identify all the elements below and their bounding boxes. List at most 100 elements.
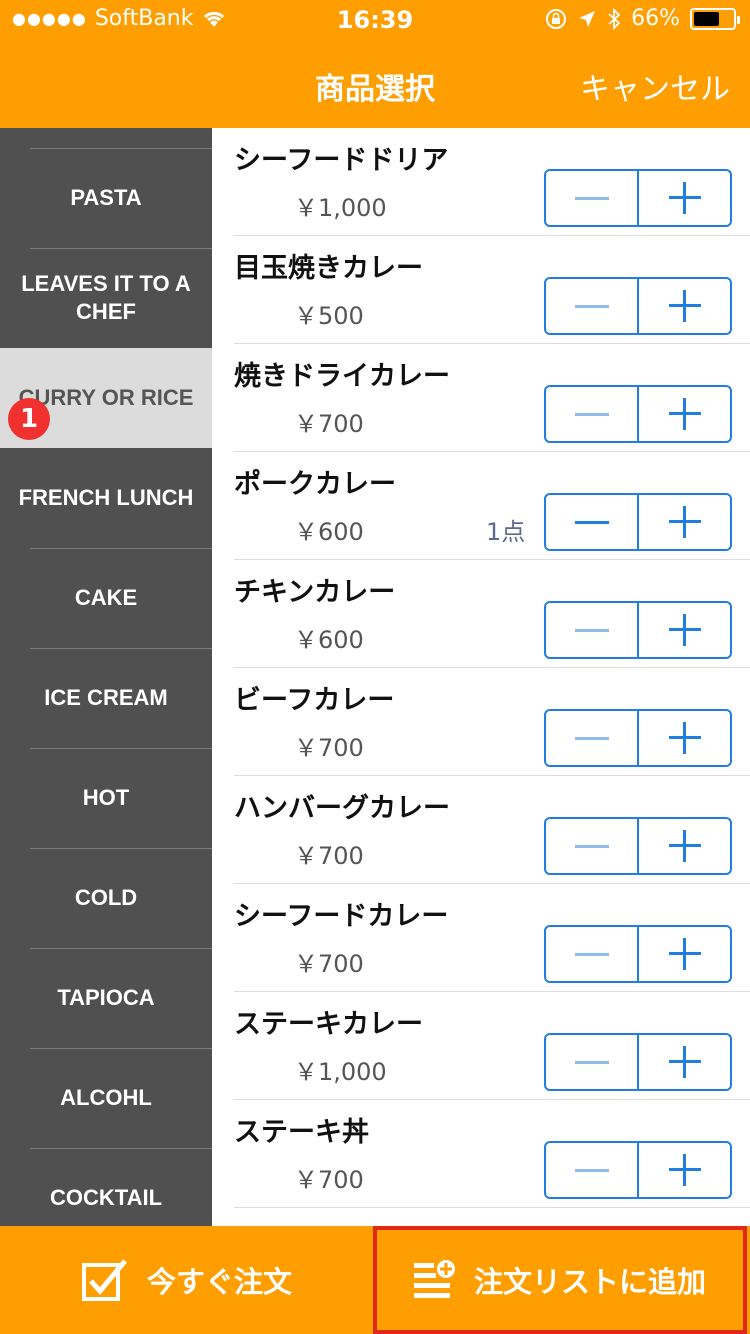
increment-button[interactable]	[637, 387, 730, 441]
cancel-button[interactable]: キャンセル	[580, 64, 730, 108]
rotation-lock-icon	[546, 8, 567, 29]
plus-icon	[668, 506, 701, 538]
increment-button[interactable]	[637, 495, 730, 549]
list-item: ハンバーグカレー ￥700	[212, 776, 750, 884]
decrement-button[interactable]	[546, 279, 637, 333]
decrement-button[interactable]	[546, 1035, 637, 1089]
plus-icon	[668, 398, 701, 430]
list-item: 焼きドライカレー ￥700	[212, 344, 750, 452]
increment-button[interactable]	[637, 927, 730, 981]
minus-icon	[574, 844, 609, 848]
product-name: シーフードカレー	[234, 901, 449, 932]
sidebar-item-cocktail[interactable]: COCKTAIL	[0, 1148, 212, 1226]
product-name: チキンカレー	[234, 577, 396, 608]
increment-button[interactable]	[637, 171, 730, 225]
plus-icon	[668, 182, 701, 214]
add-to-list-icon	[413, 1260, 455, 1298]
quantity-stepper	[544, 925, 732, 983]
minus-icon	[574, 736, 609, 740]
plus-icon	[668, 830, 701, 862]
product-name: 焼きドライカレー	[234, 361, 450, 392]
list-item: ステーキ丼 ￥700	[212, 1100, 750, 1208]
increment-button[interactable]	[637, 819, 730, 873]
product-name: チキンオムライス	[234, 1218, 446, 1226]
status-bar: ●●●●● SoftBank 16:39 66%	[0, 0, 750, 40]
increment-button[interactable]	[637, 711, 730, 765]
product-name: ステーキ丼	[234, 1117, 369, 1148]
sidebar-item-hidden[interactable]	[0, 128, 212, 148]
increment-button[interactable]	[637, 1035, 730, 1089]
decrement-button[interactable]	[546, 819, 637, 873]
product-price: ￥700	[294, 734, 364, 762]
sidebar-item-hot[interactable]: HOT	[0, 748, 212, 848]
product-price: ￥500	[294, 302, 364, 330]
plus-icon	[668, 722, 701, 754]
location-icon	[579, 10, 596, 27]
product-name: シーフードドリア	[234, 145, 449, 176]
product-list[interactable]: シーフードドリア ￥1,000 目玉焼きカレー ￥500 焼きドライカレー ￥7…	[212, 128, 750, 1226]
list-item: シーフードカレー ￥700	[212, 884, 750, 992]
list-item: チキンオムライス	[212, 1208, 750, 1226]
list-item: シーフードドリア ￥1,000	[212, 128, 750, 236]
minus-icon	[574, 304, 609, 308]
product-name: ビーフカレー	[234, 685, 395, 716]
decrement-button[interactable]	[546, 387, 637, 441]
list-item: チキンカレー ￥600	[212, 560, 750, 668]
decrement-button[interactable]	[546, 711, 637, 765]
list-item: ポークカレー ￥600 1点	[212, 452, 750, 560]
list-item: 目玉焼きカレー ￥500	[212, 236, 750, 344]
quantity-stepper	[544, 1033, 732, 1091]
bottom-toolbar: 今すぐ注文 注文リストに追加	[0, 1226, 750, 1334]
plus-icon	[668, 1154, 701, 1186]
minus-icon	[574, 952, 609, 956]
plus-icon	[668, 290, 701, 322]
order-now-button[interactable]: 今すぐ注文	[0, 1226, 373, 1334]
category-sidebar[interactable]: PASTA LEAVES IT TO A CHEF CURRY OR RICE …	[0, 128, 212, 1226]
list-item: ステーキカレー ￥1,000	[212, 992, 750, 1100]
increment-button[interactable]	[637, 279, 730, 333]
checkbox-icon	[81, 1259, 127, 1301]
minus-icon	[574, 412, 609, 416]
add-to-order-list-label: 注文リストに追加	[473, 1265, 706, 1299]
minus-icon	[574, 196, 609, 200]
sidebar-item-leaves-it-to-a-chef[interactable]: LEAVES IT TO A CHEF	[0, 248, 212, 348]
quantity-stepper	[544, 817, 732, 875]
sidebar-item-cold[interactable]: COLD	[0, 848, 212, 948]
decrement-button[interactable]	[546, 603, 637, 657]
minus-icon	[574, 1060, 609, 1064]
minus-icon	[574, 1168, 609, 1172]
product-price: ￥700	[294, 1166, 364, 1194]
product-price: ￥1,000	[294, 1058, 387, 1086]
sidebar-item-tapioca[interactable]: TAPIOCA	[0, 948, 212, 1048]
add-to-order-list-button[interactable]: 注文リストに追加	[373, 1226, 747, 1334]
plus-icon	[668, 614, 701, 646]
increment-button[interactable]	[637, 603, 730, 657]
sidebar-item-pasta[interactable]: PASTA	[0, 148, 212, 248]
minus-icon	[574, 628, 609, 632]
decrement-button[interactable]	[546, 1143, 637, 1197]
sidebar-item-ice-cream[interactable]: ICE CREAM	[0, 648, 212, 748]
decrement-button[interactable]	[546, 495, 637, 549]
sidebar-item-french-lunch[interactable]: FRENCH LUNCH	[0, 448, 212, 548]
product-name: ステーキカレー	[234, 1009, 423, 1040]
quantity-stepper	[544, 709, 732, 767]
quantity-count: 1点	[486, 518, 526, 546]
product-price: ￥1,000	[294, 194, 387, 222]
sidebar-item-cake[interactable]: CAKE	[0, 548, 212, 648]
quantity-stepper	[544, 493, 732, 551]
product-name: ポークカレー	[234, 469, 396, 500]
decrement-button[interactable]	[546, 927, 637, 981]
minus-icon	[574, 520, 609, 524]
sidebar-item-alcohl[interactable]: ALCOHL	[0, 1048, 212, 1148]
product-price: ￥700	[294, 842, 364, 870]
quantity-stepper	[544, 385, 732, 443]
decrement-button[interactable]	[546, 171, 637, 225]
increment-button[interactable]	[637, 1143, 730, 1197]
bluetooth-icon	[608, 7, 621, 30]
product-name: ハンバーグカレー	[234, 793, 450, 824]
product-price: ￥700	[294, 950, 364, 978]
quantity-stepper	[544, 601, 732, 659]
battery-percent: 66%	[631, 6, 680, 31]
list-item: ビーフカレー ￥700	[212, 668, 750, 776]
quantity-stepper	[544, 277, 732, 335]
